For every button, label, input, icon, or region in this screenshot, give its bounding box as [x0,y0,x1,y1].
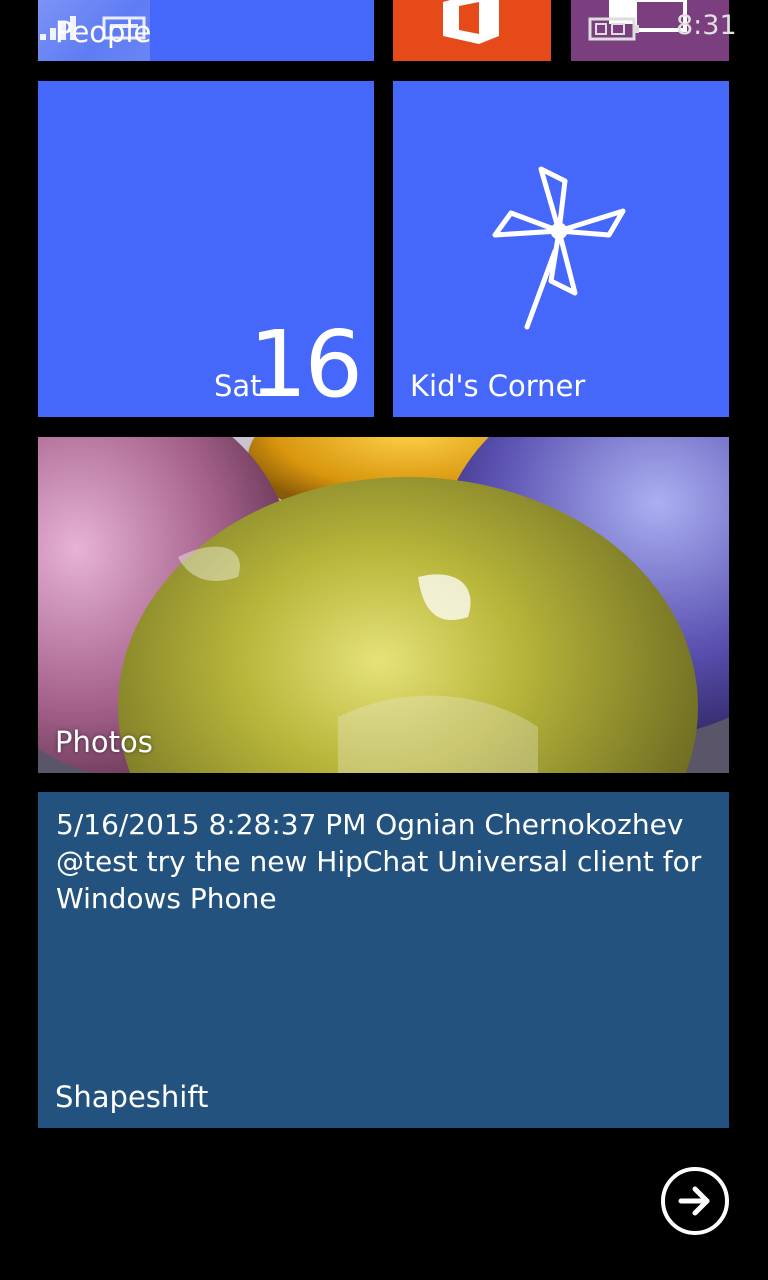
people-tile[interactable]: People [38,0,374,61]
messaging-tile[interactable] [571,0,729,61]
office-tile[interactable] [393,0,551,61]
calendar-date: 16 [248,311,363,417]
photos-background-image [38,437,729,773]
shapeshift-label: Shapeshift [55,1080,209,1114]
kids-corner-tile[interactable]: Kid's Corner [393,81,729,417]
calendar-tile[interactable]: Sat 16 [38,81,374,417]
start-screen: People 8:31 Sat 16 Kid's Corner Photos 5… [0,0,768,1280]
people-tile-label: People [55,15,152,49]
photos-tile[interactable]: Photos [38,437,729,773]
shapeshift-tile[interactable]: 5/16/2015 8:28:37 PM Ognian Chernokozhev… [38,792,729,1128]
photos-label: Photos [55,725,153,759]
shapeshift-message: 5/16/2015 8:28:37 PM Ognian Chernokozhev… [56,808,702,915]
kids-corner-label: Kid's Corner [410,369,586,403]
all-apps-button[interactable] [661,1167,729,1235]
